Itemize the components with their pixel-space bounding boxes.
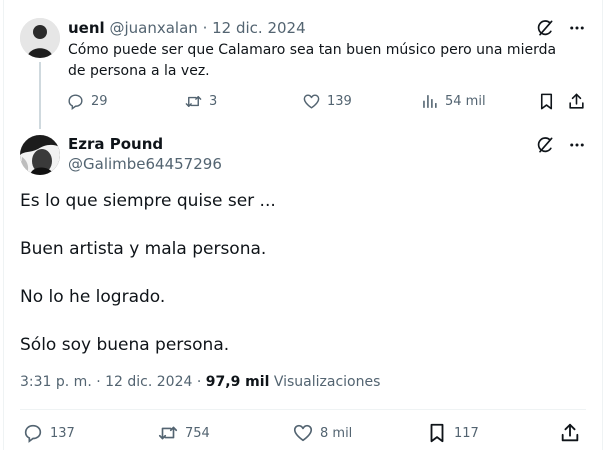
bookmark-icon — [430, 423, 444, 443]
main-views-label: Visualizaciones — [273, 374, 381, 390]
main-tweet-meta: 3:31 p. m. · 12 dic. 2024 · 97,9 mil Vis… — [20, 372, 380, 392]
parent-reply-count: 29 — [91, 94, 108, 109]
parent-bookmark-button[interactable] — [537, 92, 556, 111]
main-meta-separator-1: · — [96, 374, 101, 390]
main-action-bar: 137 754 8 mil 117 — [22, 422, 588, 446]
retweet-icon — [185, 96, 202, 107]
parent-separator: · — [202, 19, 208, 37]
main-avatar[interactable] — [20, 135, 60, 175]
parent-action-bar: 29 3 139 54 mil — [66, 92, 587, 112]
main-time[interactable]: 3:31 p. m. — [20, 374, 92, 390]
more-icon[interactable] — [567, 18, 587, 38]
parent-views-button[interactable]: 54 mil — [420, 92, 486, 111]
parent-like-count: 139 — [327, 94, 352, 109]
main-retweet-button[interactable]: 754 — [157, 422, 210, 444]
main-bookmark-button[interactable]: 117 — [426, 422, 479, 444]
main-like-button[interactable]: 8 mil — [292, 422, 352, 444]
retweet-icon — [158, 426, 178, 440]
grok-icon[interactable] — [535, 18, 555, 38]
parent-like-button[interactable]: 139 — [302, 92, 352, 111]
main-date[interactable]: 12 dic. 2024 — [105, 374, 192, 390]
main-display-name[interactable]: Ezra Pound — [68, 135, 163, 154]
main-reply-count: 137 — [50, 425, 75, 441]
views-icon — [423, 95, 437, 108]
share-icon — [561, 423, 579, 442]
parent-handle[interactable]: @juanxalan — [109, 19, 197, 37]
main-tweet-line-1: Es lo que siempre quise ser ... — [20, 191, 276, 211]
bookmark-icon — [540, 93, 553, 110]
main-share-button[interactable] — [559, 422, 581, 444]
parent-display-name[interactable]: uenl — [68, 19, 105, 37]
main-tweet-line-4: Sólo soy buena persona. — [20, 335, 230, 355]
parent-retweet-count: 3 — [209, 94, 218, 109]
main-handle[interactable]: @Galimbe64457296 — [68, 155, 222, 174]
thread-connector-line — [39, 62, 41, 129]
main-views-count: 97,9 mil — [205, 374, 270, 390]
parent-view-count: 54 mil — [445, 94, 486, 109]
parent-top-actions — [535, 18, 587, 38]
parent-date[interactable]: 12 dic. 2024 — [212, 19, 306, 37]
reply-icon — [24, 424, 42, 443]
reply-icon — [68, 94, 83, 111]
main-tweet-line-3: No lo he logrado. — [20, 287, 166, 307]
parent-tweet-text: Cómo puede ser que Calamaro sea tan buen… — [68, 42, 557, 79]
main-top-actions — [535, 135, 587, 155]
share-icon — [569, 93, 584, 109]
parent-avatar[interactable] — [20, 18, 60, 58]
parent-share-button[interactable] — [567, 92, 586, 111]
main-like-count: 8 mil — [320, 425, 353, 441]
main-retweet-count: 754 — [185, 425, 210, 441]
grok-icon[interactable] — [535, 135, 555, 155]
main-bookmark-count: 117 — [454, 425, 479, 441]
parent-retweet-button[interactable]: 3 — [184, 92, 217, 111]
main-divider — [20, 409, 586, 410]
main-tweet-line-2: Buen artista y mala persona. — [20, 239, 267, 259]
parent-reply-button[interactable]: 29 — [66, 92, 108, 111]
main-meta-separator-2: · — [196, 374, 202, 390]
heart-icon — [303, 94, 320, 109]
more-icon[interactable] — [567, 135, 587, 155]
parent-header: uenl @juanxalan · 12 dic. 2024 — [68, 18, 306, 38]
heart-icon — [293, 424, 313, 442]
main-reply-button[interactable]: 137 — [22, 422, 75, 444]
